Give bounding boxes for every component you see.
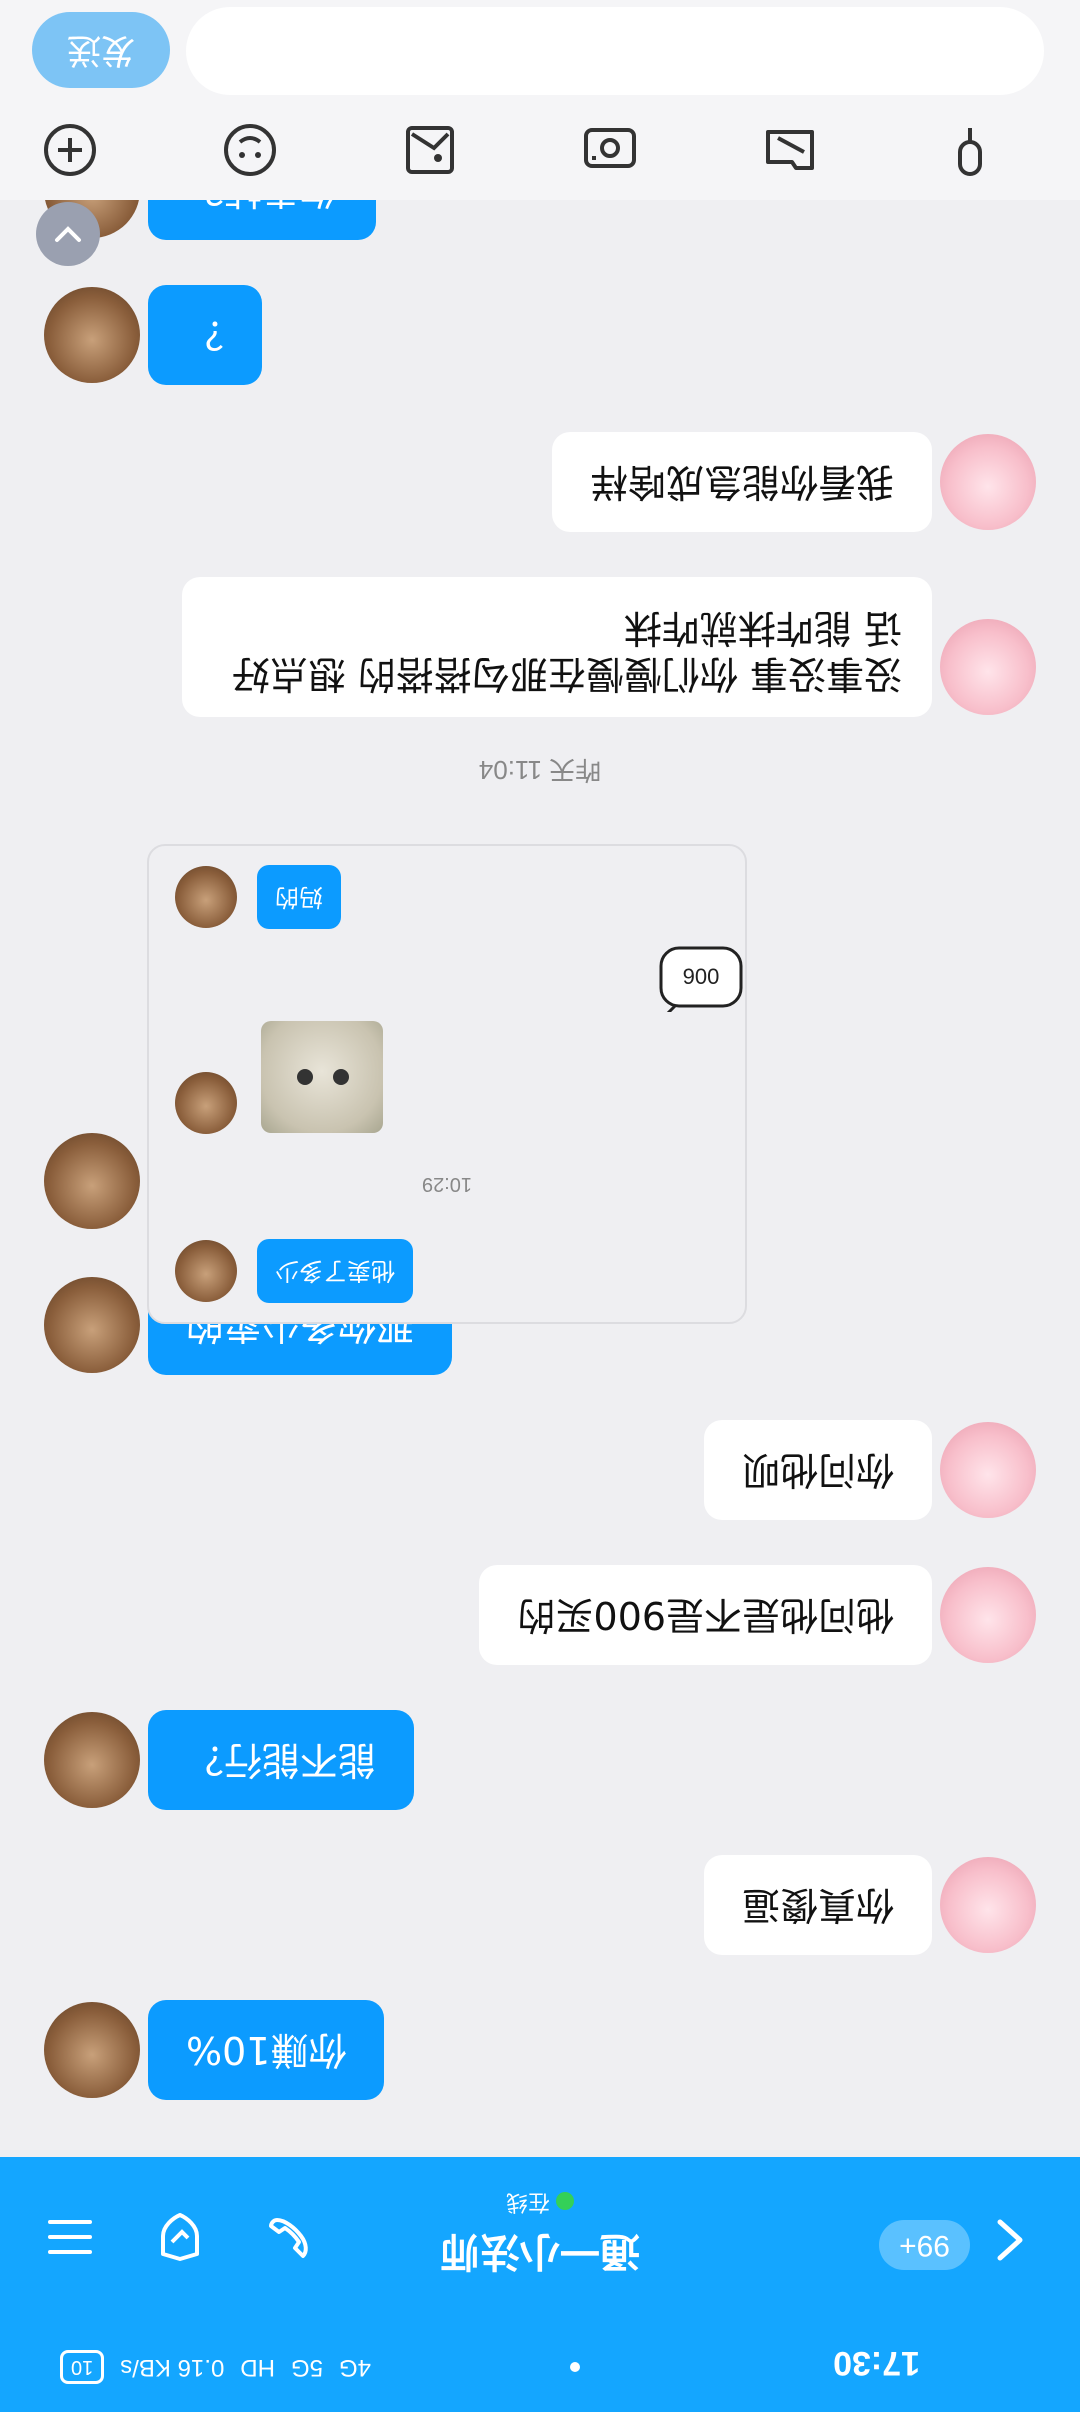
chevron-down-icon bbox=[55, 226, 81, 242]
message-bubble[interactable]: 你真傻逼 bbox=[703, 1855, 932, 1955]
phone-icon bbox=[269, 2218, 308, 2258]
friend-avatar[interactable] bbox=[44, 2002, 140, 2098]
cat-photo bbox=[261, 1021, 383, 1133]
emoji-button[interactable] bbox=[220, 120, 280, 180]
voice-button[interactable] bbox=[940, 120, 1000, 180]
message-row: 你赚10% bbox=[0, 2000, 1080, 2100]
message-row: ？ bbox=[0, 285, 1080, 385]
forward-avatar bbox=[175, 1240, 237, 1302]
friend-avatar[interactable] bbox=[44, 1712, 140, 1808]
menu-icon bbox=[48, 2220, 92, 2254]
folder-icon bbox=[766, 130, 814, 170]
speech-sticker: 900 bbox=[659, 946, 743, 1012]
forward-message: 他卖了多少 bbox=[147, 1236, 745, 1306]
camera-icon bbox=[584, 128, 636, 168]
forward-avatar bbox=[175, 866, 237, 928]
microphone-icon bbox=[958, 128, 982, 176]
message-bubble[interactable]: 能不能行？ bbox=[148, 1710, 415, 1810]
message-bubble[interactable]: 我看你能急成啥样 bbox=[551, 432, 932, 532]
notification-dot bbox=[570, 2362, 580, 2372]
forward-bubble: 妈的 bbox=[257, 865, 341, 929]
send-button[interactable]: 发送 bbox=[32, 12, 170, 88]
cat-eye bbox=[333, 1069, 349, 1085]
network-label: 4G bbox=[339, 2354, 372, 2381]
forward-time: 10:29 bbox=[421, 1173, 473, 1195]
message-bubble[interactable]: 你赚10% bbox=[148, 2000, 385, 2100]
album-button[interactable] bbox=[400, 120, 460, 180]
message-bubble[interactable]: ？ bbox=[148, 285, 263, 385]
cat-eye bbox=[297, 1069, 313, 1085]
my-avatar[interactable] bbox=[940, 1422, 1036, 1518]
message-row: 我看你能急成啥样 bbox=[0, 432, 1080, 532]
forward-bubble: 他卖了多少 bbox=[257, 1239, 413, 1303]
menu-button[interactable] bbox=[40, 2207, 100, 2267]
message-row: 能不能行？ bbox=[0, 1710, 1080, 1810]
friend-avatar[interactable] bbox=[44, 287, 140, 383]
forwarded-chat-card[interactable]: 他卖了多少 10:29 900 妈的 bbox=[147, 844, 747, 1324]
message-bubble[interactable]: 你问他呗 bbox=[703, 1420, 932, 1520]
image-icon bbox=[406, 126, 454, 174]
file-button[interactable] bbox=[760, 120, 820, 180]
message-bubble[interactable]: 没事没事 你们慢慢在那勾搭搭的 想点好话 能咋抹就咋抹 bbox=[182, 577, 932, 717]
status-bar: 17:30 4G 5G HD 0.16 KB/s 10 bbox=[0, 2312, 1080, 2412]
chat-header: 99+ 通一小法师 在线 bbox=[0, 2157, 1080, 2312]
my-avatar[interactable] bbox=[940, 1567, 1036, 1663]
status-icons: 4G 5G HD 0.16 KB/s 10 bbox=[60, 2350, 371, 2384]
plus-circle-icon bbox=[44, 124, 96, 176]
sticker-text: 900 bbox=[683, 964, 720, 989]
my-avatar[interactable] bbox=[940, 1857, 1036, 1953]
camera-button[interactable] bbox=[580, 120, 640, 180]
message-row: 你真傻逼 bbox=[0, 1855, 1080, 1955]
composer: 发送 bbox=[0, 0, 1080, 200]
message-row: 你问他呗 bbox=[0, 1420, 1080, 1520]
call-button[interactable] bbox=[260, 2207, 320, 2267]
speed-label: 0.16 KB/s bbox=[120, 2354, 225, 2381]
hd-label: HD bbox=[240, 2354, 275, 2381]
status-time: 17:30 bbox=[833, 2344, 920, 2382]
forward-message bbox=[147, 1068, 745, 1138]
add-button[interactable] bbox=[40, 120, 100, 180]
battery-icon: 10 bbox=[60, 2350, 105, 2384]
friend-avatar[interactable] bbox=[44, 1133, 140, 1229]
forward-avatar bbox=[175, 1072, 237, 1134]
message-bubble[interactable]: 他问他是不是900买的 bbox=[479, 1565, 932, 1665]
message-input[interactable] bbox=[186, 7, 1044, 95]
forward-message: 妈的 bbox=[147, 862, 745, 932]
my-avatar[interactable] bbox=[940, 619, 1036, 715]
chat-screen: 17:30 4G 5G HD 0.16 KB/s 10 99+ 通一小法师 在线 bbox=[0, 0, 1080, 2412]
time-divider: 昨天 11:04 bbox=[478, 755, 602, 785]
signal-label: 5G bbox=[290, 2354, 323, 2381]
security-button[interactable] bbox=[150, 2207, 210, 2267]
shield-icon bbox=[161, 2213, 199, 2261]
my-avatar[interactable] bbox=[940, 434, 1036, 530]
battery-level: 10 bbox=[71, 2356, 94, 2378]
scroll-up-button[interactable] bbox=[36, 202, 100, 266]
message-row: 他问他是不是900买的 bbox=[0, 1565, 1080, 1665]
online-status-label: 在线 bbox=[506, 2189, 551, 2214]
message-row: 没事没事 你们慢慢在那勾搭搭的 想点好话 能咋抹就咋抹 bbox=[0, 577, 1080, 717]
online-dot bbox=[556, 2192, 575, 2210]
smiley-icon bbox=[224, 124, 276, 176]
